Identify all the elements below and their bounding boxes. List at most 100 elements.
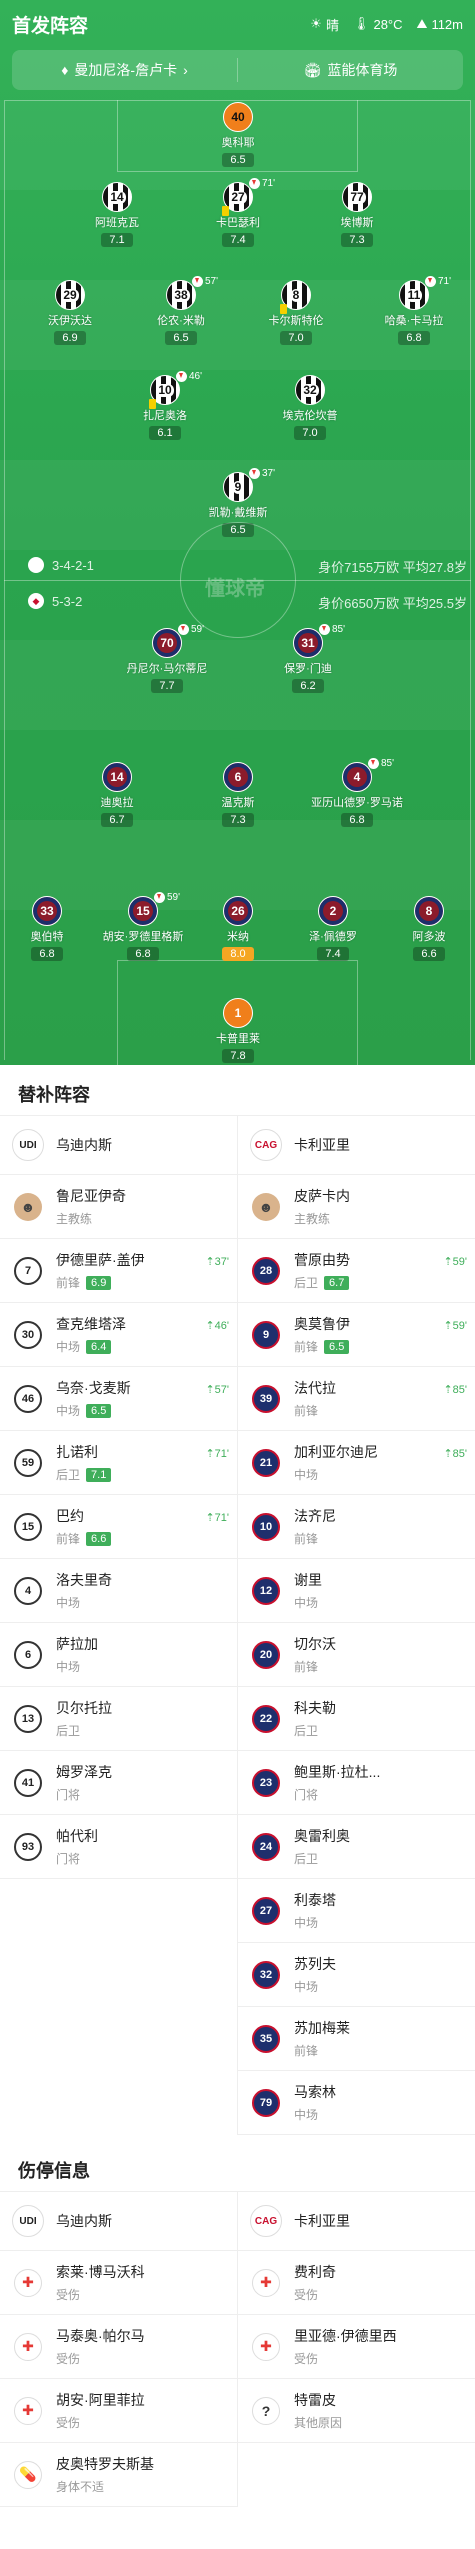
sub-player-row[interactable]: 59 扎诺利 后卫 7.1 ⇡71' xyxy=(0,1431,237,1495)
jersey-icon: 14 xyxy=(102,182,132,212)
jersey-number: 11 xyxy=(405,287,423,302)
player-card[interactable]: 38 57' 伦农·米勒 6.5 xyxy=(129,276,233,346)
sub-player-row[interactable]: 28 菅原由势 后卫 6.7 ⇡59' xyxy=(238,1239,475,1303)
player-card[interactable]: 8 阿多波 6.6 xyxy=(377,896,475,962)
subs-title: 替补阵容 xyxy=(18,1085,90,1105)
sub-player-row[interactable]: 4 洛夫里奇 中场 xyxy=(0,1559,237,1623)
player-card[interactable]: 40 奥科耶 6.5 xyxy=(186,102,290,168)
cagliari-crest-icon: ◆ xyxy=(28,593,44,609)
player-position: 主教练 xyxy=(56,1212,93,1226)
player-name: 埃克伦坎普 xyxy=(282,410,338,422)
coach-row[interactable]: ☻ 鲁尼亚伊奇 主教练 xyxy=(0,1175,237,1239)
player-card[interactable]: 32 埃克伦坎普 7.0 xyxy=(258,375,362,441)
sub-player-row[interactable]: 22 科夫勒 后卫 xyxy=(238,1687,475,1751)
player-position: 中场 xyxy=(294,1980,319,1994)
player-position: 后卫 xyxy=(294,1852,319,1866)
player-card[interactable]: 9 37' 凯勒·戴维斯 6.5 xyxy=(186,468,290,538)
jersey-icon: 35 xyxy=(252,2024,280,2053)
sub-player-row[interactable]: 32 苏列夫 中场 xyxy=(238,1943,475,2007)
player-position: 中场 xyxy=(294,1596,319,1610)
jersey-icon: 30 xyxy=(14,1320,42,1349)
player-card[interactable]: 14 阿班克瓦 7.1 xyxy=(65,182,169,248)
injury-row[interactable]: 💊 皮奥特罗夫斯基 身体不适 xyxy=(0,2443,237,2507)
sub-off-icon xyxy=(154,892,165,903)
sub-player-row[interactable]: 24 奥雷利奥 后卫 xyxy=(238,1815,475,1879)
jersey-icon: 9 xyxy=(252,1320,280,1349)
coach-row[interactable]: ☻ 皮萨卡内 主教练 xyxy=(238,1175,475,1239)
sub-player-row[interactable]: 79 马索林 中场 xyxy=(238,2071,475,2135)
sub-player-row[interactable]: 7 伊德里萨·盖伊 前锋 6.9 ⇡37' xyxy=(0,1239,237,1303)
medical-kit-icon: ✚ xyxy=(252,2268,280,2297)
player-card[interactable]: 29 沃伊沃达 6.9 xyxy=(18,280,122,346)
player-name: 里亚德·伊德里西 xyxy=(294,2328,397,2344)
jersey-icon: 1 xyxy=(223,998,253,1028)
chevron-right-icon: › xyxy=(183,62,188,78)
sub-player-row[interactable]: 41 姆罗泽克 门将 xyxy=(0,1751,237,1815)
sub-time: 59' xyxy=(191,624,205,635)
sub-player-row[interactable]: 21 加利亚尔迪尼 中场 ⇡85' xyxy=(238,1431,475,1495)
player-card[interactable]: 8 卡尔斯特伦 7.0 xyxy=(244,280,348,346)
player-rating: 6.8 xyxy=(31,947,63,961)
injury-row[interactable]: ? 特雷皮 其他原因 xyxy=(238,2379,475,2443)
player-card[interactable]: 6 温克斯 7.3 xyxy=(186,762,290,828)
player-card[interactable]: 4 85' 亚历山德罗·罗马诺 6.8 xyxy=(305,758,409,828)
player-card[interactable]: 1 卡普里莱 7.8 xyxy=(186,998,290,1064)
sub-off-icon xyxy=(178,624,189,635)
player-card[interactable]: 26 米纳 8.0 xyxy=(186,896,290,962)
sub-player-row[interactable]: 23 鲍里斯·拉杜... 门将 xyxy=(238,1751,475,1815)
sub-player-row[interactable]: 30 查克维塔泽 中场 6.4 ⇡46' xyxy=(0,1303,237,1367)
rating-badge: 6.9 xyxy=(86,1275,112,1290)
jersey-icon: 79 xyxy=(252,2088,280,2117)
player-name: 奥雷利奥 xyxy=(294,1828,350,1844)
injury-row[interactable]: ✚ 费利奇 受伤 xyxy=(238,2251,475,2315)
injury-row[interactable]: ✚ 马泰奥·帕尔马 受伤 xyxy=(0,2315,237,2379)
player-position: 后卫 xyxy=(56,1468,81,1482)
sub-on-time: ⇡85' xyxy=(443,1384,467,1396)
player-rating: 6.5 xyxy=(165,331,197,345)
player-name: 科夫勒 xyxy=(294,1700,336,1716)
injury-row[interactable]: ✚ 里亚德·伊德里西 受伤 xyxy=(238,2315,475,2379)
sub-player-row[interactable]: 9 奥莫鲁伊 前锋 6.5 ⇡59' xyxy=(238,1303,475,1367)
sub-player-row[interactable]: 35 苏加梅莱 前锋 xyxy=(238,2007,475,2071)
player-card[interactable]: 31 85' 保罗·门迪 6.2 xyxy=(256,624,360,694)
sub-player-row[interactable]: 10 法齐尼 前锋 xyxy=(238,1495,475,1559)
pill-icon: 💊 xyxy=(14,2460,42,2489)
sub-player-row[interactable]: 13 贝尔托拉 后卫 xyxy=(0,1687,237,1751)
player-name: 奥伯特 xyxy=(30,931,64,943)
player-card[interactable]: 27 71' 卡巴瑟利 7.4 xyxy=(186,178,290,248)
player-card[interactable]: 10 46' 扎尼奥洛 6.1 xyxy=(113,371,217,441)
player-name: 苏列夫 xyxy=(294,1956,336,1972)
player-card[interactable]: 14 迪奥拉 6.7 xyxy=(65,762,169,828)
player-name: 皮萨卡内 xyxy=(294,1188,350,1204)
sub-player-row[interactable]: 15 巴约 前锋 6.6 ⇡71' xyxy=(0,1495,237,1559)
player-name: 米纳 xyxy=(227,931,249,943)
player-card[interactable]: 2 泽·佩德罗 7.4 xyxy=(281,896,385,962)
sub-player-row[interactable]: 39 法代拉 前锋 ⇡85' xyxy=(238,1367,475,1431)
player-name: 巴约 xyxy=(56,1508,84,1524)
injury-row[interactable]: ✚ 索莱·博马沃科 受伤 xyxy=(0,2251,237,2315)
player-card[interactable]: 11 71' 哈桑·卡马拉 6.8 xyxy=(362,276,466,346)
sub-player-row[interactable]: 6 萨拉加 中场 xyxy=(0,1623,237,1687)
player-name: 保罗·门迪 xyxy=(284,663,332,675)
coach-link[interactable]: ♦ 曼加尼洛-詹卢卡 › xyxy=(12,50,237,90)
injury-row[interactable]: ✚ 胡安·阿里菲拉 受伤 xyxy=(0,2379,237,2443)
player-card[interactable]: 33 奥伯特 6.8 xyxy=(0,896,99,962)
sub-player-row[interactable]: 93 帕代利 门将 xyxy=(0,1815,237,1879)
sub-player-row[interactable]: 46 乌奈·戈麦斯 中场 6.5 ⇡57' xyxy=(0,1367,237,1431)
sub-player-row[interactable]: 20 切尔沃 前锋 xyxy=(238,1623,475,1687)
sub-player-row[interactable]: 27 利泰塔 中场 xyxy=(238,1879,475,1943)
sub-off-icon xyxy=(176,371,187,382)
jersey-number: 14 xyxy=(110,770,124,784)
sub-time: 37' xyxy=(262,468,276,479)
player-card[interactable]: 15 59' 胡安·罗德里格斯 6.8 xyxy=(91,892,195,962)
injury-reason: 受伤 xyxy=(56,2416,81,2430)
player-name: 谢里 xyxy=(294,1572,322,1588)
player-name: 切尔沃 xyxy=(294,1636,336,1652)
sub-player-row[interactable]: 12 谢里 中场 xyxy=(238,1559,475,1623)
player-card[interactable]: 70 59' 丹尼尔·马尔蒂尼 7.7 xyxy=(115,624,219,694)
player-name: 马索林 xyxy=(294,2084,336,2100)
rating-badge: 6.6 xyxy=(86,1531,112,1546)
player-card[interactable]: 77 埃博斯 7.3 xyxy=(305,182,409,248)
subs-list: ☻ 鲁尼亚伊奇 主教练 7 伊德里萨·盖伊 前锋 6.9 ⇡37' 30 查克维塔泽 中场 6.4 ⇡4… xyxy=(0,1175,475,2135)
player-rating: 6.2 xyxy=(292,679,324,693)
